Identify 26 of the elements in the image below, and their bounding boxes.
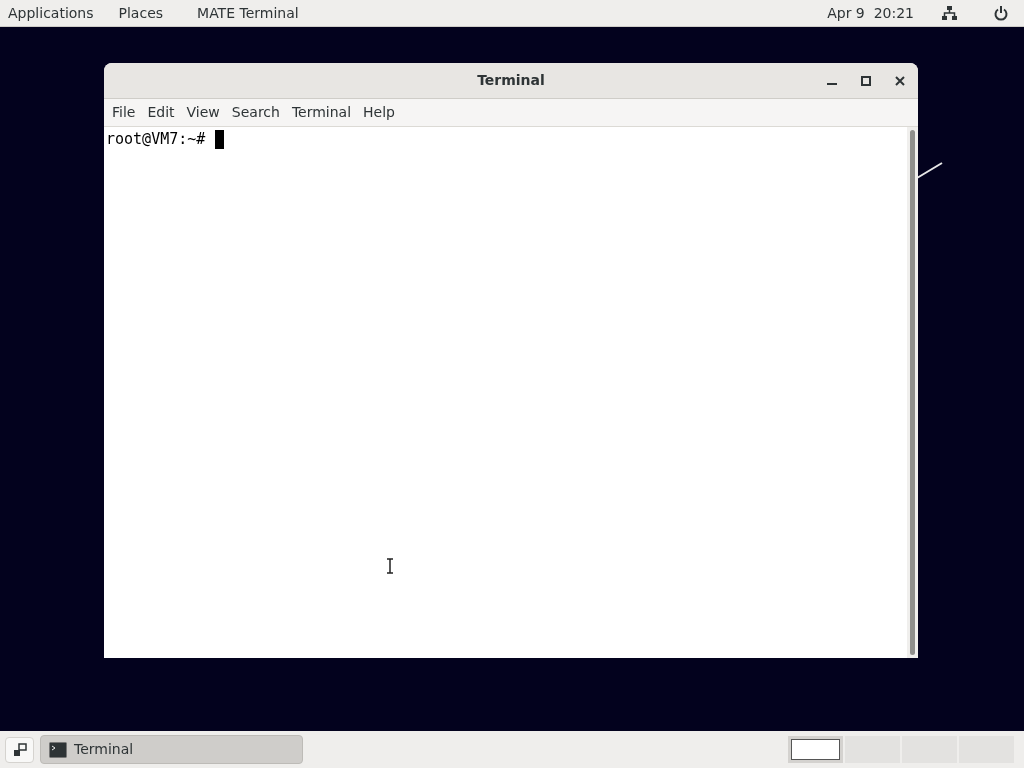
maximize-icon[interactable] — [861, 75, 871, 86]
power-icon[interactable] — [994, 5, 1008, 21]
network-icon[interactable] — [942, 6, 957, 20]
clock[interactable]: Apr 9 20:21 — [827, 2, 914, 24]
shell-prompt: root@VM7:~# — [106, 128, 206, 150]
menu-item[interactable]: Search — [225, 99, 286, 126]
terminal-icon — [49, 741, 67, 758]
menu-item[interactable]: File — [106, 99, 142, 126]
menu-item[interactable]: Edit — [141, 99, 181, 126]
panel-menu[interactable]: Applications — [8, 2, 94, 24]
windows-icon — [12, 742, 27, 757]
text-cursor-icon — [386, 558, 394, 574]
show-desktop-button[interactable] — [5, 736, 34, 763]
menu-item[interactable]: Help — [357, 99, 401, 126]
window-title: Terminal — [476, 71, 546, 90]
menu-item[interactable]: Terminal — [285, 99, 358, 126]
title-bar[interactable]: Terminal — [104, 63, 918, 99]
close-icon[interactable] — [895, 75, 905, 86]
panel-menu[interactable]: Places — [118, 2, 164, 24]
workspace-button[interactable] — [788, 736, 843, 763]
swirl-line — [916, 161, 943, 179]
text-cursor — [215, 129, 225, 149]
panel-menu[interactable]: MATE Terminal — [197, 2, 299, 24]
scrollbar[interactable] — [907, 127, 918, 658]
taskbar-button[interactable]: Terminal — [40, 735, 303, 764]
menu-item[interactable]: View — [180, 99, 226, 126]
